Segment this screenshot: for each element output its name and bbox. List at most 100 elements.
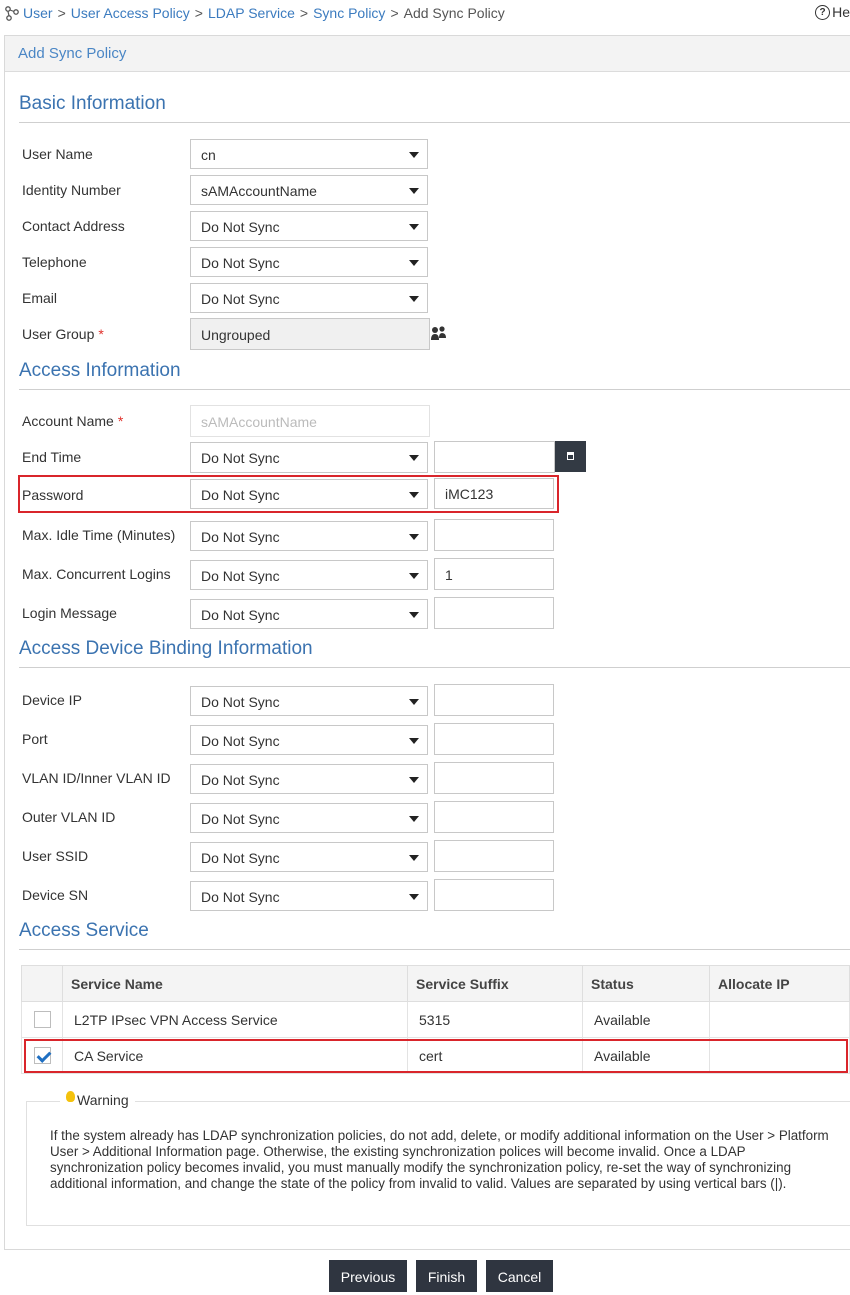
- ca-service-row-highlight: [24, 1039, 848, 1073]
- chevron-down-icon: [409, 260, 419, 266]
- warning-legend: Warning: [60, 1090, 135, 1108]
- device-ip-select[interactable]: Do Not Sync: [190, 686, 428, 716]
- breadcrumb-separator: >: [194, 5, 203, 21]
- help-link[interactable]: ? He: [815, 4, 850, 20]
- port-input[interactable]: [434, 723, 554, 755]
- column-header-service-suffix[interactable]: Service Suffix: [407, 965, 583, 1002]
- chevron-down-icon: [409, 816, 419, 822]
- chevron-down-icon: [409, 296, 419, 302]
- section-title-binding: Access Device Binding Information: [19, 638, 313, 659]
- identity-number-select[interactable]: sAMAccountName: [190, 175, 428, 205]
- user-group-label-text: User Group: [22, 326, 95, 342]
- account-name-value: sAMAccountName: [201, 414, 317, 430]
- login-message-value: Do Not Sync: [201, 607, 280, 623]
- allocate-ip-cell: [709, 1001, 850, 1038]
- chevron-down-icon: [409, 738, 419, 744]
- breadcrumb-link-user-access-policy[interactable]: User Access Policy: [71, 5, 190, 21]
- breadcrumb: User > User Access Policy > LDAP Service…: [4, 4, 505, 22]
- chevron-down-icon: [409, 152, 419, 158]
- warning-box: Warning If the system already has LDAP s…: [26, 1090, 850, 1226]
- chevron-down-icon: [409, 188, 419, 194]
- identity-number-value: sAMAccountName: [201, 183, 317, 199]
- breadcrumb-link-sync-policy[interactable]: Sync Policy: [313, 5, 385, 21]
- warning-title: Warning: [77, 1092, 129, 1108]
- account-name-field: sAMAccountName: [190, 405, 430, 437]
- table-header-row: Service Name Service Suffix Status Alloc…: [21, 965, 850, 1002]
- column-header-service-name[interactable]: Service Name: [62, 965, 408, 1002]
- max-concurrent-logins-input[interactable]: 1: [434, 558, 554, 590]
- vlan-id-input[interactable]: [434, 762, 554, 794]
- calendar-button[interactable]: [555, 441, 586, 472]
- section-title-service: Access Service: [19, 920, 149, 941]
- device-ip-value: Do Not Sync: [201, 694, 280, 710]
- chevron-down-icon: [409, 455, 419, 461]
- chevron-down-icon: [409, 573, 419, 579]
- breadcrumb-link-user[interactable]: User: [23, 5, 53, 21]
- section-divider: [19, 667, 850, 668]
- required-marker: *: [98, 326, 104, 342]
- telephone-select[interactable]: Do Not Sync: [190, 247, 428, 277]
- email-select[interactable]: Do Not Sync: [190, 283, 428, 313]
- column-header-allocate-ip[interactable]: Allocate IP: [709, 965, 850, 1002]
- vlan-id-select[interactable]: Do Not Sync: [190, 764, 428, 794]
- contact-address-label: Contact Address: [22, 218, 125, 234]
- service-name-cell: L2TP IPsec VPN Access Service: [62, 1001, 408, 1038]
- row-checkbox[interactable]: [33, 1011, 51, 1029]
- account-name-label: Account Name *: [22, 413, 123, 429]
- identity-number-label: Identity Number: [22, 182, 121, 198]
- telephone-value: Do Not Sync: [201, 255, 280, 271]
- finish-button[interactable]: Finish: [416, 1260, 477, 1292]
- previous-button[interactable]: Previous: [329, 1260, 407, 1292]
- user-name-label: User Name: [22, 146, 93, 162]
- user-name-select[interactable]: cn: [190, 139, 428, 169]
- chevron-down-icon: [409, 855, 419, 861]
- login-message-select[interactable]: Do Not Sync: [190, 599, 428, 629]
- end-time-select[interactable]: Do Not Sync: [190, 442, 428, 473]
- device-sn-label: Device SN: [22, 887, 89, 903]
- outer-vlan-id-input[interactable]: [434, 801, 554, 833]
- cancel-button[interactable]: Cancel: [486, 1260, 553, 1292]
- email-label: Email: [22, 290, 58, 306]
- vlan-id-value: Do Not Sync: [201, 772, 280, 788]
- column-header-status[interactable]: Status: [582, 965, 710, 1002]
- user-tree-icon: [5, 6, 19, 21]
- user-group-label: User Group *: [22, 326, 104, 342]
- device-ip-label: Device IP: [22, 692, 82, 708]
- port-select[interactable]: Do Not Sync: [190, 725, 428, 755]
- outer-vlan-id-select[interactable]: Do Not Sync: [190, 803, 428, 833]
- password-row-highlight: [18, 475, 559, 513]
- max-idle-time-value: Do Not Sync: [201, 529, 280, 545]
- chevron-down-icon: [409, 894, 419, 900]
- user-group-field: Ungrouped: [190, 318, 430, 350]
- outer-vlan-id-value: Do Not Sync: [201, 811, 280, 827]
- breadcrumb-current: Add Sync Policy: [403, 5, 505, 21]
- user-ssid-input[interactable]: [434, 840, 554, 872]
- max-idle-time-select[interactable]: Do Not Sync: [190, 521, 428, 551]
- login-message-input[interactable]: [434, 597, 554, 629]
- login-message-label: Login Message: [22, 605, 117, 621]
- user-group-value: Ungrouped: [201, 327, 271, 343]
- user-name-value: cn: [201, 147, 216, 163]
- table-row: L2TP IPsec VPN Access Service 5315 Avail…: [21, 1001, 850, 1038]
- max-concurrent-logins-label: Max. Concurrent Logins: [22, 566, 171, 582]
- device-sn-select[interactable]: Do Not Sync: [190, 881, 428, 911]
- section-divider: [19, 122, 850, 123]
- device-ip-input[interactable]: [434, 684, 554, 716]
- max-concurrent-logins-select[interactable]: Do Not Sync: [190, 560, 428, 590]
- required-marker: *: [117, 413, 124, 429]
- help-label: He: [832, 4, 850, 20]
- user-ssid-value: Do Not Sync: [201, 850, 280, 866]
- end-time-value: Do Not Sync: [201, 450, 280, 466]
- breadcrumb-link-ldap-service[interactable]: LDAP Service: [208, 5, 295, 21]
- breadcrumb-separator: >: [390, 5, 399, 21]
- chevron-down-icon: [409, 777, 419, 783]
- chevron-down-icon: [409, 224, 419, 230]
- contact-address-select[interactable]: Do Not Sync: [190, 211, 428, 241]
- device-sn-input[interactable]: [434, 879, 554, 911]
- end-time-input[interactable]: [434, 441, 555, 473]
- section-divider: [19, 949, 850, 950]
- user-ssid-select[interactable]: Do Not Sync: [190, 842, 428, 872]
- question-circle-icon: ?: [815, 4, 831, 20]
- user-group-icon[interactable]: [430, 325, 448, 341]
- max-idle-time-input[interactable]: [434, 519, 554, 551]
